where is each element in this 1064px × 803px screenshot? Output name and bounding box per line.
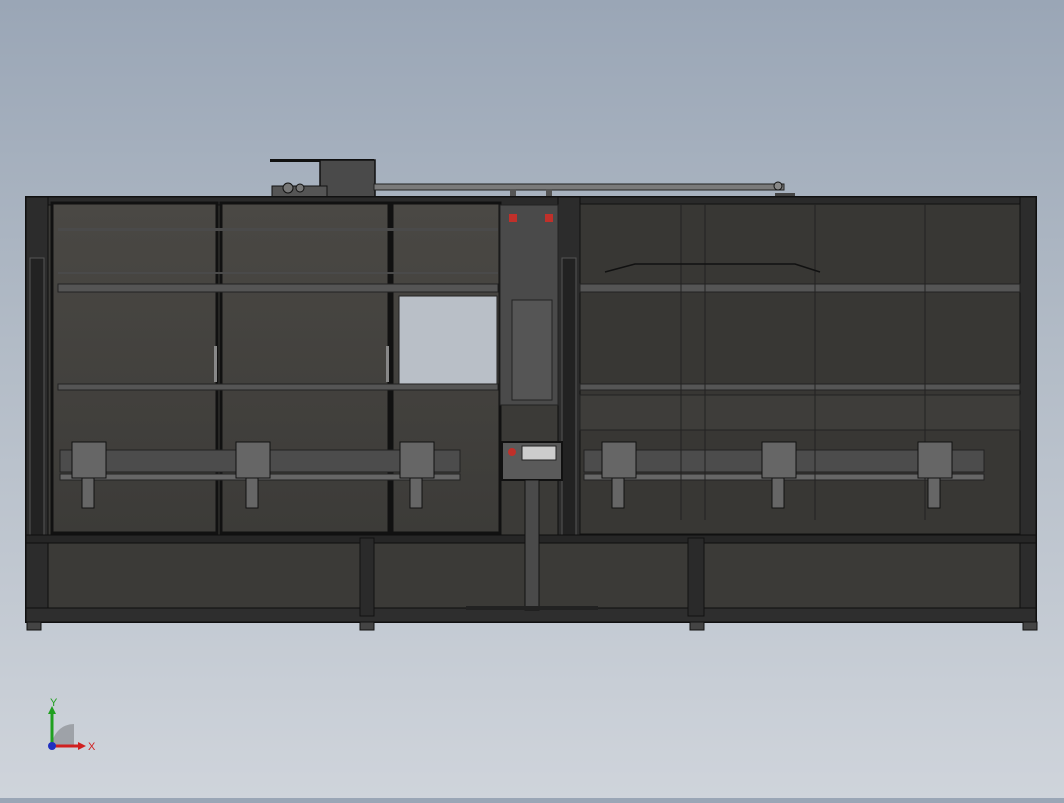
door-panels-left xyxy=(50,201,502,535)
origin-icon xyxy=(48,742,56,750)
conveyor-section-right xyxy=(579,203,1021,535)
coordinate-triad: Y X xyxy=(48,698,96,753)
x-axis-label: X xyxy=(88,741,96,753)
leveling-feet xyxy=(26,621,1038,631)
top-slide-rail xyxy=(270,159,795,199)
graphics-viewport[interactable]: Y X xyxy=(0,0,1064,798)
y-axis-label: Y xyxy=(50,698,58,709)
machine-model[interactable] xyxy=(0,0,1064,798)
